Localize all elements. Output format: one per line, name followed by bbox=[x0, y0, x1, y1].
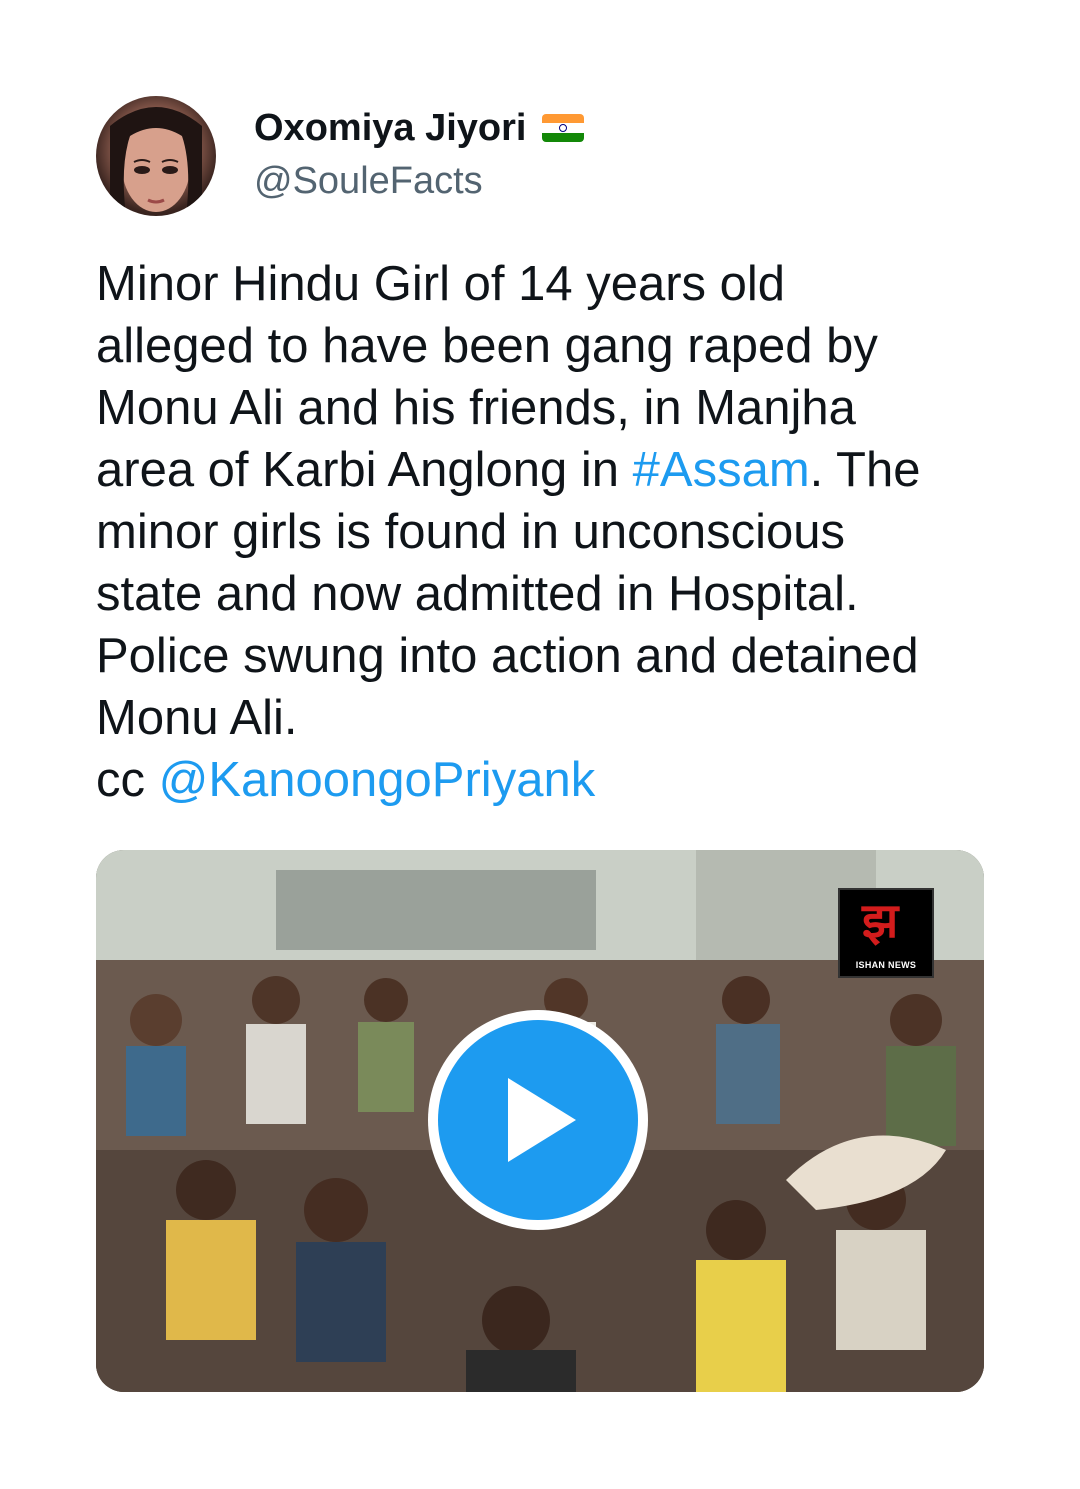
tweet-text-line: cc @KanoongoPriyank bbox=[96, 749, 996, 811]
tweet-text-segment: cc bbox=[96, 753, 159, 807]
tweet-text-segment: minor girls is found in unconscious bbox=[96, 505, 845, 559]
tweet-text-segment: . The bbox=[809, 443, 921, 497]
tweet-text-segment: state and now admitted in Hospital. bbox=[96, 567, 859, 621]
ishan-news-logo: झ ISHAN NEWS bbox=[838, 888, 934, 978]
tweet-text: Minor Hindu Girl of 14 years old alleged … bbox=[96, 253, 996, 811]
tweet-text-segment: area of Karbi Anglong in bbox=[96, 443, 633, 497]
ishan-news-watermark-text: ISHAN NEWS bbox=[855, 960, 917, 970]
author-avatar[interactable] bbox=[96, 96, 216, 216]
play-icon bbox=[508, 1078, 576, 1162]
ishan-news-glyph: झ bbox=[862, 895, 899, 948]
author-name-row[interactable]: Oxomiya Jiyori bbox=[254, 104, 585, 152]
author-display-name[interactable]: Oxomiya Jiyori bbox=[254, 107, 526, 150]
author-handle[interactable]: @SouleFacts bbox=[254, 160, 483, 203]
tweet-text-line: Monu Ali and his friends, in Manjha bbox=[96, 377, 996, 439]
mention-link[interactable]: @KanoongoPriyank bbox=[159, 753, 596, 807]
tweet-text-segment: Monu Ali. bbox=[96, 691, 298, 745]
tweet-text-line: minor girls is found in unconscious bbox=[96, 501, 996, 563]
tweet-text-segment: Minor Hindu Girl of 14 years old bbox=[96, 257, 786, 311]
tweet-text-segment: Police swung into action and detained bbox=[96, 629, 919, 683]
tweet-text-line: Police swung into action and detained bbox=[96, 625, 996, 687]
tweet-text-line: area of Karbi Anglong in #Assam. The bbox=[96, 439, 996, 501]
tweet-text-line: Monu Ali. bbox=[96, 687, 996, 749]
video-thumbnail[interactable]: झ ISHAN NEWS bbox=[96, 850, 984, 1392]
india-flag-icon bbox=[542, 114, 585, 142]
tweet-text-line: alleged to have been gang raped by bbox=[96, 315, 996, 377]
tweet-text-line: Minor Hindu Girl of 14 years old bbox=[96, 253, 996, 315]
play-button[interactable] bbox=[438, 1020, 638, 1220]
tweet-text-segment: Monu Ali and his friends, in Manjha bbox=[96, 381, 856, 435]
tweet-text-line: state and now admitted in Hospital. bbox=[96, 563, 996, 625]
tweet-text-segment: alleged to have been gang raped by bbox=[96, 319, 878, 373]
hashtag-link[interactable]: #Assam bbox=[633, 443, 810, 497]
